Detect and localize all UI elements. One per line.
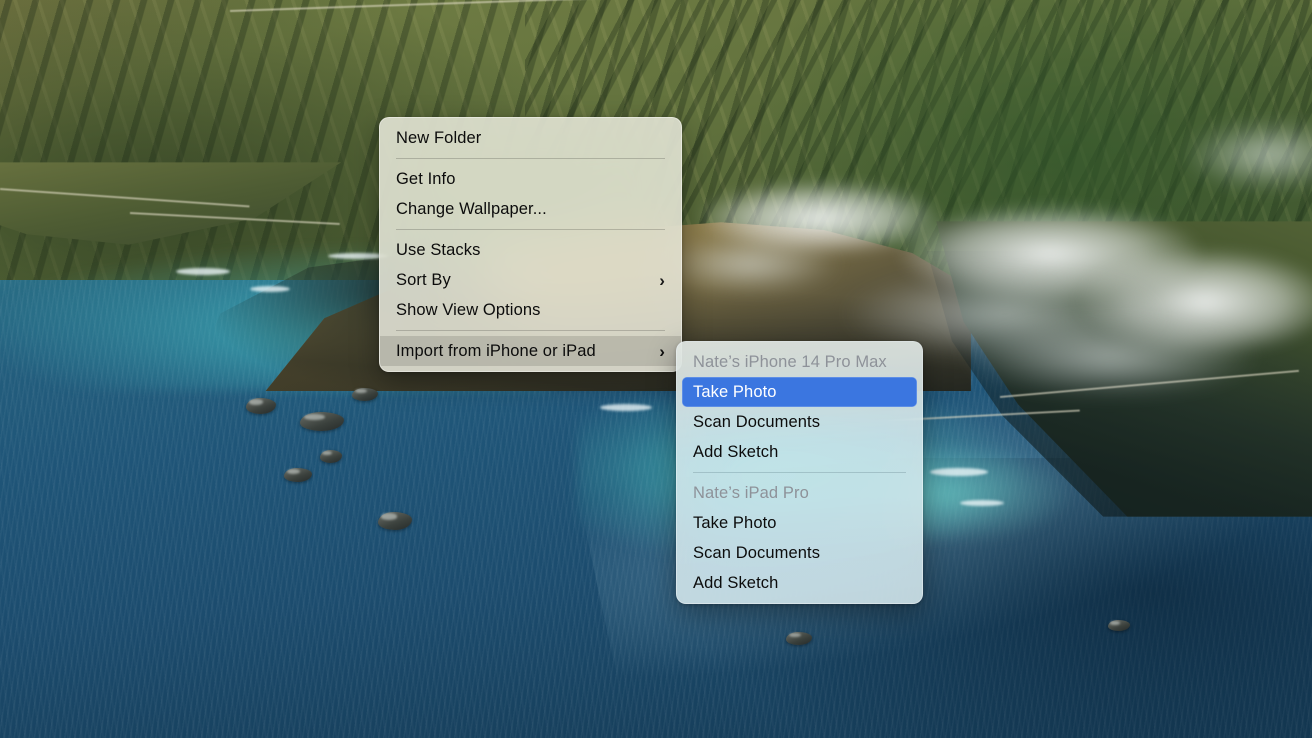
menu-item-change-wallpaper[interactable]: Change Wallpaper... — [385, 194, 676, 224]
wallpaper-surf — [930, 468, 988, 476]
submenu-item-add-sketch-ipad[interactable]: Add Sketch — [682, 568, 917, 598]
menu-item-sort-by[interactable]: Sort By › — [385, 265, 676, 295]
wallpaper-cloud — [960, 318, 1260, 396]
submenu-device-label: Nate’s iPhone 14 Pro Max — [693, 353, 887, 372]
menu-item-label: New Folder — [396, 129, 481, 148]
wallpaper-surf — [960, 500, 1004, 506]
menu-item-label: Scan Documents — [693, 413, 820, 432]
menu-item-label: Scan Documents — [693, 544, 820, 563]
menu-item-label: Add Sketch — [693, 443, 778, 462]
import-from-iphone-or-ipad-submenu[interactable]: Nate’s iPhone 14 Pro Max Take Photo Scan… — [676, 341, 923, 604]
menu-separator — [396, 229, 665, 230]
wallpaper-surf — [176, 268, 230, 275]
submenu-device-header-ipad: Nate’s iPad Pro — [682, 478, 917, 508]
wallpaper-surf — [600, 404, 652, 411]
menu-item-new-folder[interactable]: New Folder — [385, 123, 676, 153]
menu-separator — [693, 472, 906, 473]
menu-item-label: Import from iPhone or iPad — [396, 342, 596, 361]
desktop-context-menu[interactable]: New Folder Get Info Change Wallpaper... … — [379, 117, 682, 372]
menu-item-use-stacks[interactable]: Use Stacks — [385, 235, 676, 265]
submenu-item-scan-documents-iphone[interactable]: Scan Documents — [682, 407, 917, 437]
menu-item-label: Get Info — [396, 170, 456, 189]
submenu-item-scan-documents-ipad[interactable]: Scan Documents — [682, 538, 917, 568]
menu-item-label: Sort By — [396, 271, 451, 290]
menu-item-label: Change Wallpaper... — [396, 200, 547, 219]
submenu-item-take-photo-iphone[interactable]: Take Photo — [682, 377, 917, 407]
desktop-screen: New Folder Get Info Change Wallpaper... … — [0, 0, 1312, 738]
menu-item-show-view-options[interactable]: Show View Options — [385, 295, 676, 325]
menu-separator — [396, 158, 665, 159]
menu-item-label: Take Photo — [693, 514, 777, 533]
menu-item-import-from-iphone-or-ipad[interactable]: Import from iPhone or iPad › — [380, 336, 681, 366]
submenu-device-header-iphone: Nate’s iPhone 14 Pro Max — [682, 347, 917, 377]
menu-item-label: Take Photo — [693, 383, 777, 402]
menu-item-label: Add Sketch — [693, 574, 778, 593]
submenu-device-label: Nate’s iPad Pro — [693, 484, 809, 503]
submenu-item-add-sketch-iphone[interactable]: Add Sketch — [682, 437, 917, 467]
chevron-right-icon: › — [659, 343, 665, 360]
wallpaper-cloud — [660, 236, 840, 292]
menu-separator — [396, 330, 665, 331]
menu-item-label: Use Stacks — [396, 241, 480, 260]
wallpaper-surf — [250, 286, 290, 292]
submenu-item-take-photo-ipad[interactable]: Take Photo — [682, 508, 917, 538]
chevron-right-icon: › — [659, 272, 665, 289]
menu-item-get-info[interactable]: Get Info — [385, 164, 676, 194]
menu-item-label: Show View Options — [396, 301, 540, 320]
